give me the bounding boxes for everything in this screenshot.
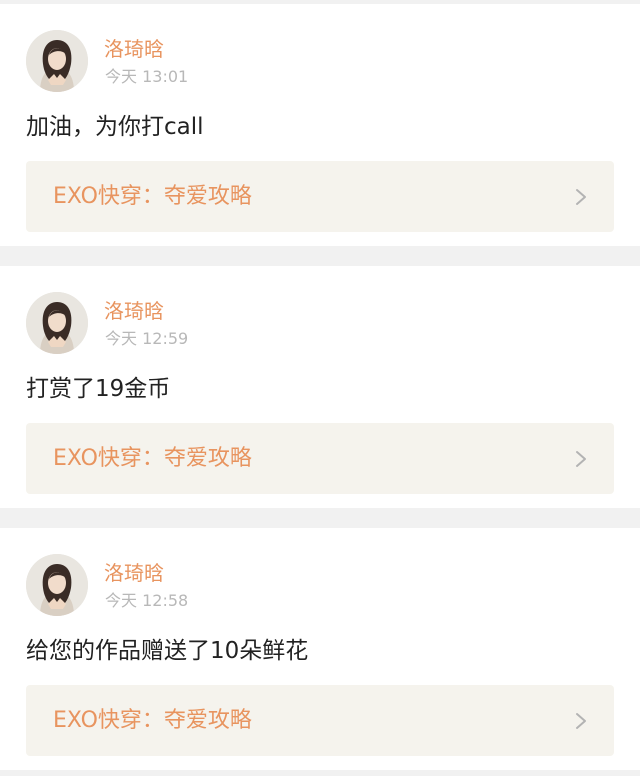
avatar-image xyxy=(26,554,88,616)
book-link[interactable]: EXO快穿：夺爱攻略 xyxy=(26,685,614,756)
activity-feed: 洛琦晗 今天 13:01 加油，为你打call EXO快穿：夺爱攻略 洛琦晗 今… xyxy=(0,0,640,776)
message-text: 加油，为你打call xyxy=(26,114,204,140)
book-title: EXO快穿：夺爱攻略 xyxy=(53,446,252,471)
avatar[interactable] xyxy=(26,292,88,354)
message-text: 给您的作品赠送了10朵鲜花 xyxy=(26,638,309,664)
book-link[interactable]: EXO快穿：夺爱攻略 xyxy=(26,161,614,232)
avatar-image xyxy=(26,30,88,92)
message-text: 打赏了19金币 xyxy=(26,376,171,402)
timestamp: 今天 13:01 xyxy=(105,67,189,86)
chevron-right-icon xyxy=(574,450,588,468)
feed-card: 洛琦晗 今天 12:59 打赏了19金币 EXO快穿：夺爱攻略 xyxy=(0,266,640,508)
chevron-right-icon xyxy=(574,188,588,206)
avatar[interactable] xyxy=(26,30,88,92)
book-title: EXO快穿：夺爱攻略 xyxy=(53,708,252,733)
avatar[interactable] xyxy=(26,554,88,616)
feed-card: 洛琦晗 今天 12:58 给您的作品赠送了10朵鲜花 EXO快穿：夺爱攻略 xyxy=(0,528,640,770)
book-title: EXO快穿：夺爱攻略 xyxy=(53,184,252,209)
user-name[interactable]: 洛琦晗 xyxy=(104,37,164,61)
timestamp: 今天 12:59 xyxy=(105,329,189,348)
feed-card: 洛琦晗 今天 13:01 加油，为你打call EXO快穿：夺爱攻略 xyxy=(0,4,640,246)
avatar-image xyxy=(26,292,88,354)
user-name[interactable]: 洛琦晗 xyxy=(104,299,164,323)
book-link[interactable]: EXO快穿：夺爱攻略 xyxy=(26,423,614,494)
timestamp: 今天 12:58 xyxy=(105,591,189,610)
chevron-right-icon xyxy=(574,712,588,730)
user-name[interactable]: 洛琦晗 xyxy=(104,561,164,585)
